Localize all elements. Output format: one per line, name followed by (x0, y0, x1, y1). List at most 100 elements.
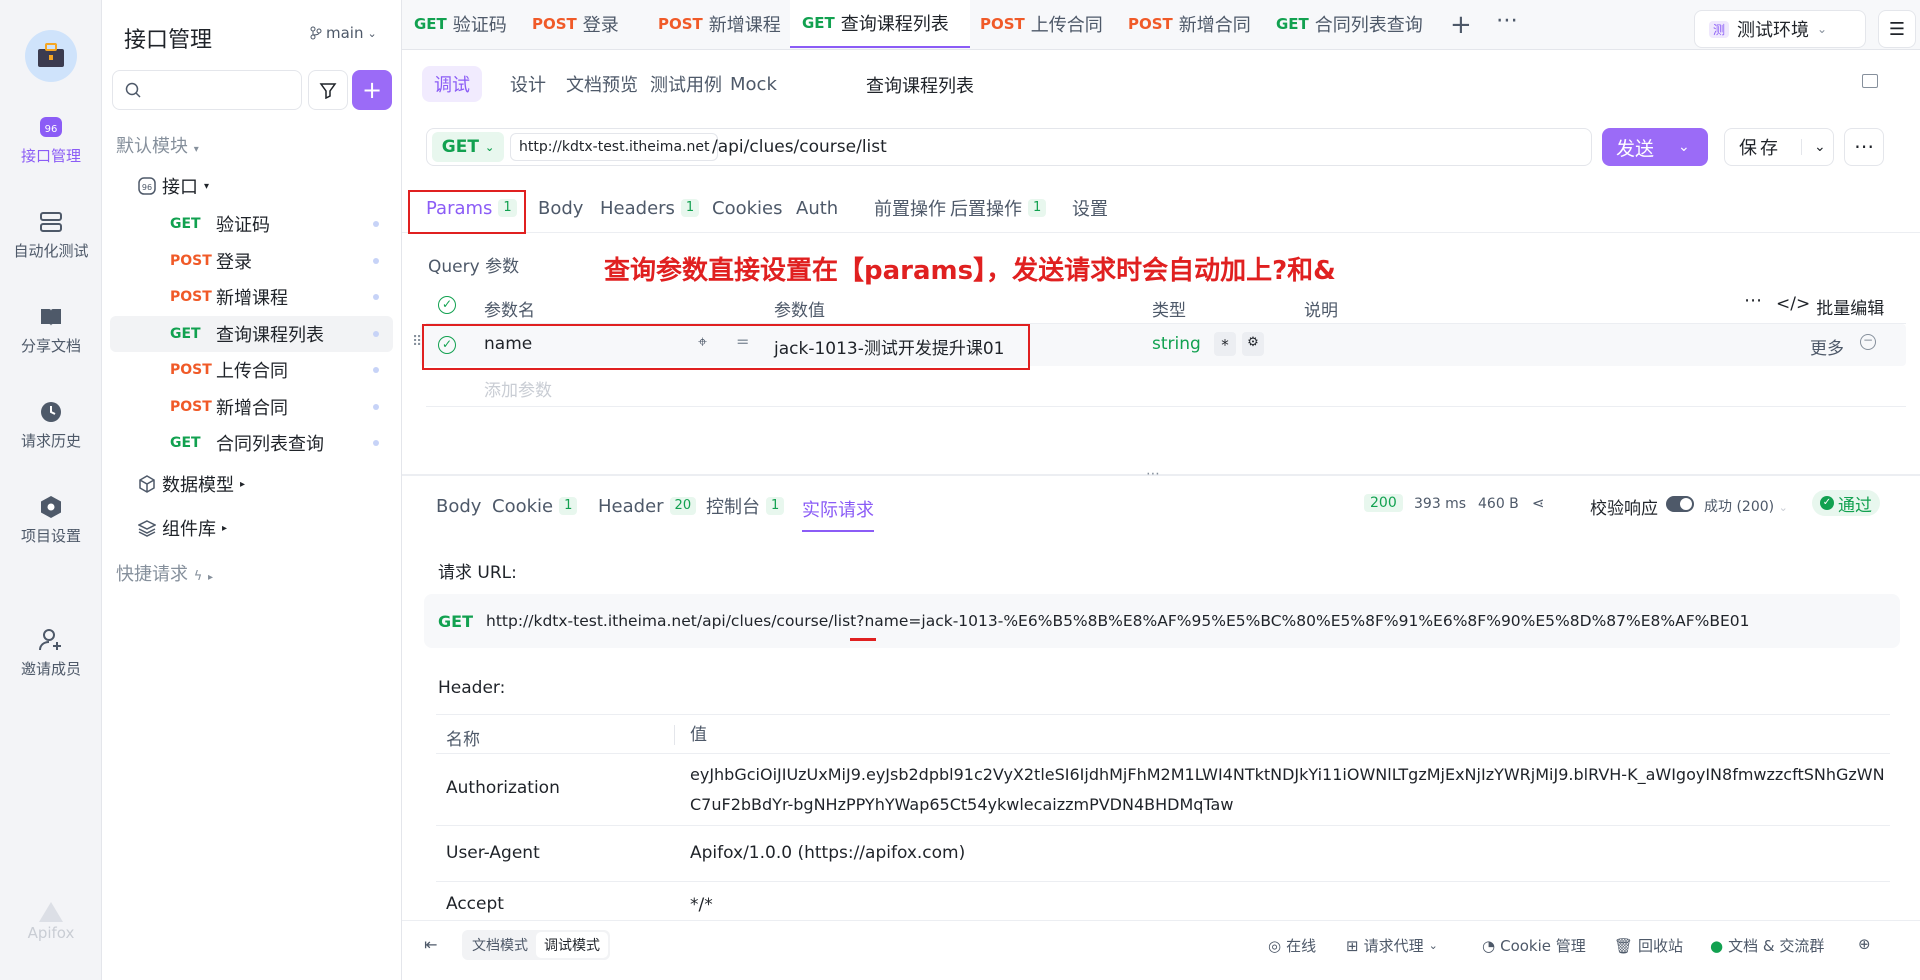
share-icon[interactable]: ⋖ (1532, 494, 1545, 512)
sidebar-api-item[interactable]: GET 验证码 (110, 206, 393, 242)
success-select[interactable]: 成功 (200) ⌄ (1704, 496, 1788, 516)
param-tab[interactable]: Auth (796, 190, 838, 226)
param-tab-label: 设置 (1072, 199, 1108, 220)
add-param-placeholder[interactable]: 添加参数 (484, 376, 552, 401)
request-tab[interactable]: GET 合同列表查询 (1264, 0, 1440, 48)
settings-toggle-icon[interactable]: ⚙ (1242, 332, 1264, 356)
param-tab-label: Body (538, 197, 584, 219)
request-tab[interactable]: POST 上传合同 (968, 0, 1116, 48)
remove-row-icon[interactable]: − (1860, 334, 1876, 350)
filter-button[interactable] (308, 70, 348, 110)
header-checkbox[interactable]: ✓ (438, 296, 456, 314)
response-tab[interactable]: Body (436, 488, 481, 524)
request-url-method: GET (438, 612, 473, 631)
save-button[interactable]: 保存 ⌄ (1724, 128, 1834, 166)
subtab[interactable]: Mock (726, 66, 781, 102)
components-item[interactable]: 组件库 ▸ (110, 510, 393, 546)
param-tab[interactable]: Headers 1 (600, 190, 700, 226)
sidebar-api-item[interactable]: POST 上传合同 (110, 352, 393, 388)
cookie-manager[interactable]: ◔ Cookie 管理 (1482, 935, 1586, 956)
docs-community[interactable]: ● 文档 & 交流群 (1710, 935, 1824, 956)
proxy-select[interactable]: ⊞ 请求代理 ⌄ (1346, 935, 1438, 956)
drag-handle-icon[interactable]: ⠿ (412, 334, 422, 350)
request-tab[interactable]: GET 验证码 (402, 0, 520, 48)
scroll-top-button[interactable]: ⊕ (1858, 935, 1871, 953)
default-module[interactable]: 默认模块 ▾ (116, 132, 199, 158)
add-user-icon (0, 628, 102, 652)
param-tab[interactable]: Cookies (712, 190, 782, 226)
column-more-icon[interactable]: ⋯ (1744, 290, 1762, 311)
folder-api[interactable]: 96 接口 ▾ (110, 168, 393, 204)
menu-button[interactable]: ☰ (1878, 10, 1916, 48)
bulk-edit-label: 批量编辑 (1816, 299, 1885, 319)
api-name: 验证码 (216, 215, 270, 236)
rail-share-docs[interactable]: 分享文档 (0, 305, 102, 356)
rail-project-settings[interactable]: 项目设置 (0, 495, 102, 546)
check-circle-icon: ◎ (1268, 936, 1282, 955)
subtab[interactable]: 文档预览 (562, 66, 642, 102)
subtab[interactable]: 测试用例 (646, 66, 726, 102)
project-avatar[interactable] (25, 30, 77, 82)
param-tab[interactable]: 设置 (1072, 190, 1108, 226)
env-selector[interactable]: 测 测试环境 ⌄ (1694, 10, 1866, 48)
collapse-sidebar-icon[interactable]: ⇤ (424, 935, 437, 954)
sidebar-api-item[interactable]: GET 查询课程列表 (110, 315, 393, 352)
panel-toggle-icon[interactable] (1862, 74, 1878, 88)
sidebar-api-item[interactable]: GET 合同列表查询 (110, 425, 393, 461)
mode-switch: 文档模式 调试模式 (462, 930, 610, 960)
request-tab[interactable]: POST 新增合同 (1116, 0, 1264, 48)
split-handle-icon[interactable]: ⋯ (1146, 466, 1160, 482)
send-button[interactable]: 发送 ⌄ (1602, 128, 1708, 166)
rail-invite[interactable]: 邀请成员 (0, 628, 102, 679)
chevron-down-icon: ⌄ (1801, 139, 1826, 155)
base-url-chip[interactable]: http://kdtx-test.itheima.net (510, 133, 719, 161)
quick-request[interactable]: 快捷请求 ϟ ▸ (116, 560, 213, 586)
split-divider[interactable] (402, 474, 1920, 476)
chevron-down-icon: ⌄ (1428, 939, 1438, 952)
more-actions-button[interactable]: ⋯ (1844, 128, 1884, 166)
param-tab[interactable]: Body (538, 190, 583, 226)
subtab-label: 测试用例 (650, 75, 722, 96)
tab-title: 新增合同 (1178, 15, 1251, 36)
api-name: 合同列表查询 (216, 434, 324, 455)
data-model-item[interactable]: 数据模型 ▸ (110, 466, 393, 502)
param-type-select[interactable]: string (1152, 334, 1201, 354)
bulk-edit-button[interactable]: </> 批量编辑 (1776, 294, 1884, 319)
new-tab-button[interactable]: + (1450, 10, 1472, 40)
request-tab[interactable]: POST 登录 (520, 0, 646, 48)
add-button[interactable]: + (352, 70, 392, 110)
rail-automation[interactable]: 自动化测试 (0, 210, 102, 261)
subtab[interactable]: 调试 (422, 66, 482, 102)
online-status[interactable]: ◎ 在线 (1268, 935, 1316, 956)
method-select[interactable]: GET ⌄ (432, 132, 504, 162)
rail-history[interactable]: 请求历史 (0, 400, 102, 451)
sidebar-api-item[interactable]: POST 登录 (110, 243, 393, 279)
response-tab[interactable]: 实际请求 (802, 488, 874, 532)
row-more-button[interactable]: 更多 (1810, 334, 1844, 359)
validate-toggle[interactable] (1666, 496, 1694, 512)
response-tab[interactable]: Cookie 1 (492, 488, 578, 524)
sidebar-api-item[interactable]: POST 新增课程 (110, 279, 393, 315)
response-tab[interactable]: 控制台 1 (706, 488, 785, 524)
param-tab[interactable]: 前置操作 (874, 190, 946, 226)
request-url-label: 请求 URL: (438, 563, 517, 583)
sidebar: 接口管理 main ⌄ + 默认模块 ▾ 96 接口 ▾ GET 验证码 POS… (102, 0, 402, 980)
rail-api-management[interactable]: 96 接口管理 (0, 115, 102, 166)
tab-title: 上传合同 (1030, 15, 1103, 36)
required-toggle[interactable]: * (1214, 332, 1236, 356)
trash-button[interactable]: 🗑 回收站 (1614, 935, 1683, 956)
branch-selector[interactable]: main ⌄ (310, 24, 377, 42)
request-tab[interactable]: GET 查询课程列表 (790, 0, 970, 48)
request-tab[interactable]: POST 新增课程 (646, 0, 790, 48)
path-input[interactable]: /api/clues/course/list (712, 137, 887, 157)
subtab[interactable]: 设计 (506, 66, 550, 102)
debug-mode-button[interactable]: 调试模式 (536, 932, 608, 958)
more-tabs-icon[interactable]: ⋯ (1496, 8, 1518, 33)
sidebar-api-item[interactable]: POST 新增合同 (110, 389, 393, 425)
param-tab[interactable]: 后置操作 1 (950, 190, 1047, 226)
check-circle-icon: ✓ (1820, 496, 1834, 510)
response-tab[interactable]: Header 20 (598, 488, 697, 524)
search-input[interactable] (112, 70, 302, 110)
tab-method: GET (802, 14, 835, 32)
doc-mode-button[interactable]: 文档模式 (464, 935, 536, 955)
